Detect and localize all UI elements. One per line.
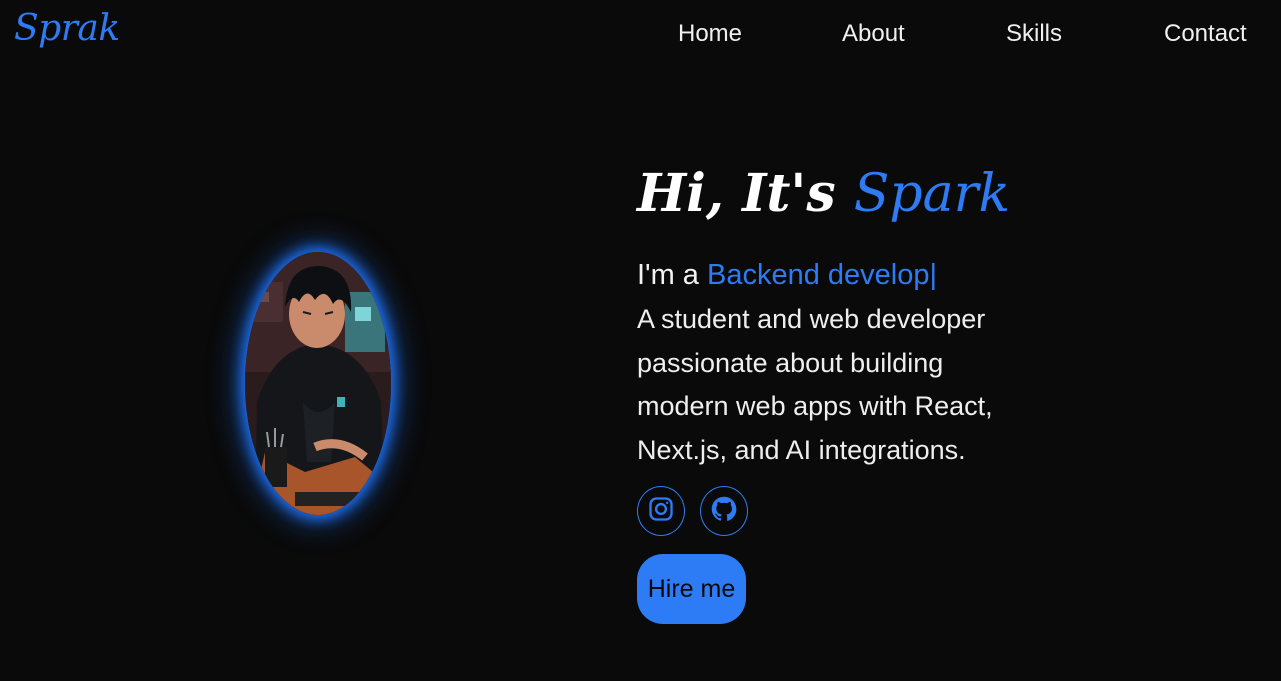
- hero-greeting: Hi, It's: [637, 163, 836, 224]
- github-link[interactable]: [700, 486, 748, 536]
- hero-title: Hi, It's Spark: [637, 160, 1010, 228]
- role-typed-text: Backend develop|: [707, 259, 938, 291]
- hero-description: A student and web developer passionate a…: [637, 304, 993, 465]
- hire-me-button[interactable]: Hire me: [637, 554, 746, 624]
- instagram-icon: [647, 495, 675, 528]
- role-prefix: I'm a: [637, 259, 699, 291]
- nav-home[interactable]: Home: [678, 18, 742, 50]
- github-icon: [710, 495, 738, 528]
- nav-skills[interactable]: Skills: [1006, 18, 1062, 50]
- page: Sprak Home About Skills Contact Hi, It's…: [0, 0, 1281, 681]
- avatar: [245, 252, 391, 515]
- avatar-illustration: [245, 252, 391, 515]
- nav-contact[interactable]: Contact: [1164, 18, 1247, 50]
- nav-about[interactable]: About: [842, 18, 905, 50]
- hero-name: Spark: [853, 164, 1011, 224]
- main-nav: Home About Skills Contact: [0, 18, 1281, 52]
- instagram-link[interactable]: [637, 486, 685, 536]
- role-line: I'm a Backend develop|: [637, 256, 937, 294]
